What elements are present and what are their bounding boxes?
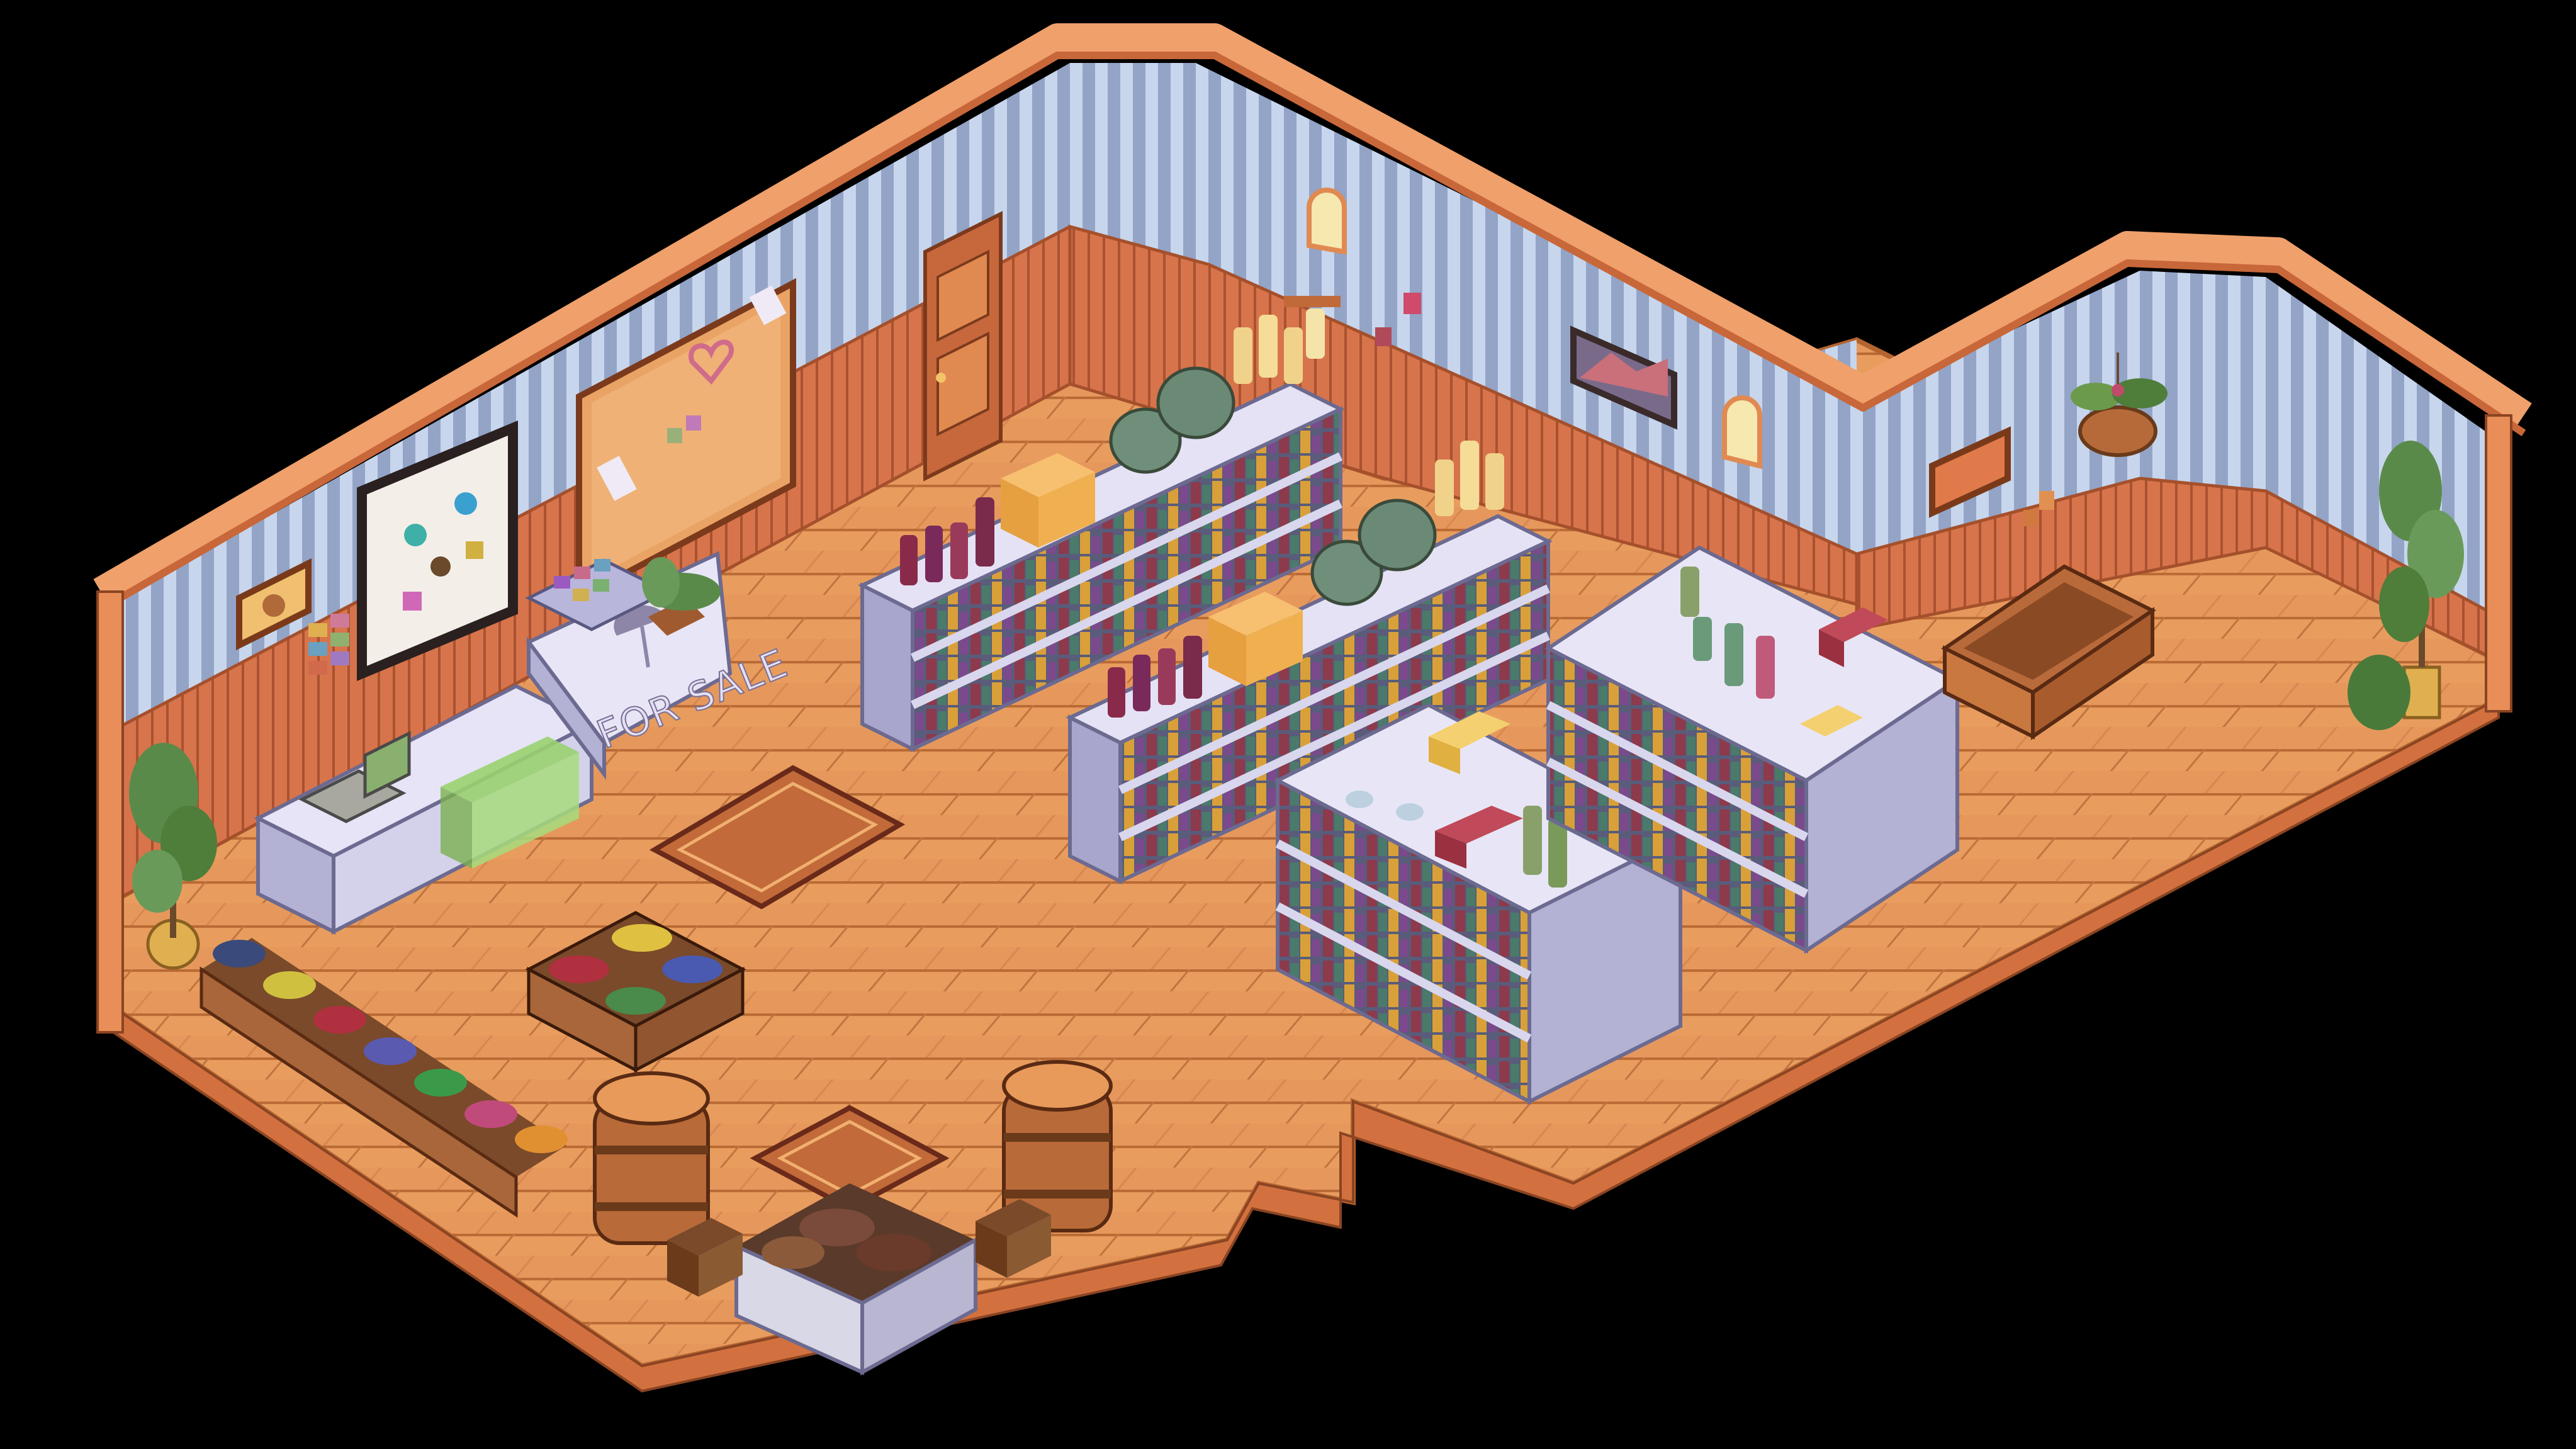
right-wall-edge [2485, 414, 2512, 713]
wall-note-orange [2023, 510, 2037, 526]
pinned-note [686, 415, 701, 431]
wall-window [1307, 188, 1347, 255]
left-wall-edge [96, 590, 124, 1034]
wall-shelf-small [1284, 296, 1341, 307]
wall-window-right [1722, 395, 1762, 470]
wooden-barrel-left[interactable] [593, 1071, 710, 1245]
door-knob-icon [936, 373, 946, 383]
wall-note-pink [1375, 327, 1392, 346]
wall-note-orange [2039, 491, 2054, 510]
pinned-note [667, 428, 682, 443]
wall-note-pink [1403, 293, 1421, 314]
shop-interior-scene: FOR SALE [93, 23, 2532, 1393]
back-door[interactable] [923, 211, 1003, 482]
